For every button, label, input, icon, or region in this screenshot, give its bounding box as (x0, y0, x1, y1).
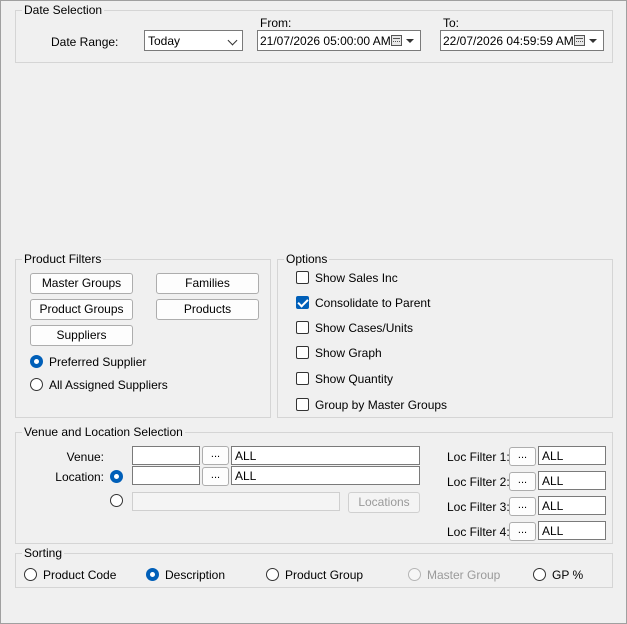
show-sales-inc-label[interactable]: Show Sales Inc (315, 271, 398, 285)
location-code-input[interactable] (132, 466, 200, 485)
loc-filter-1-browse-button[interactable]: ... (509, 447, 536, 466)
loc-filter-3-label: Loc Filter 3: (447, 500, 510, 514)
from-label: From: (260, 16, 292, 30)
location-label: Location: (55, 470, 104, 484)
sort-gp-percent-label[interactable]: GP % (552, 568, 583, 582)
venue-value-field[interactable]: ALL (231, 446, 420, 465)
show-quantity-label[interactable]: Show Quantity (315, 372, 393, 386)
sort-product-group-radio[interactable] (266, 568, 279, 581)
families-button[interactable]: Families (156, 273, 259, 294)
show-sales-inc-checkbox[interactable] (296, 271, 309, 284)
master-groups-button[interactable]: Master Groups (30, 273, 133, 294)
sort-gp-percent-radio[interactable] (533, 568, 546, 581)
product-groups-button[interactable]: Product Groups (30, 299, 133, 320)
to-date-picker[interactable]: 22/07/2026 04:59:59 AM (440, 30, 604, 51)
chevron-down-icon (227, 35, 238, 46)
venue-code-input[interactable] (132, 446, 200, 465)
group-by-master-groups-label[interactable]: Group by Master Groups (315, 398, 447, 412)
preferred-supplier-label[interactable]: Preferred Supplier (49, 355, 146, 369)
venue-browse-button[interactable]: ... (202, 446, 229, 465)
locations-button: Locations (348, 492, 420, 513)
show-cases-units-label[interactable]: Show Cases/Units (315, 321, 413, 335)
consolidate-to-parent-label[interactable]: Consolidate to Parent (315, 296, 430, 310)
locations-list-field (132, 492, 340, 511)
loc-filter-2-browse-button[interactable]: ... (509, 472, 536, 491)
loc-filter-4-label: Loc Filter 4: (447, 525, 510, 539)
sort-product-code-label[interactable]: Product Code (43, 568, 116, 582)
consolidate-to-parent-checkbox[interactable] (296, 296, 309, 309)
all-assigned-suppliers-radio[interactable] (30, 378, 43, 391)
show-quantity-checkbox[interactable] (296, 372, 309, 385)
date-selection-legend: Date Selection (22, 3, 105, 17)
venue-label: Venue: (66, 450, 104, 464)
sort-description-radio[interactable] (146, 568, 159, 581)
show-graph-checkbox[interactable] (296, 346, 309, 359)
loc-filter-4-browse-button[interactable]: ... (509, 522, 536, 541)
product-filters-legend: Product Filters (22, 252, 104, 266)
group-by-master-groups-checkbox[interactable] (296, 398, 309, 411)
sort-product-code-radio[interactable] (24, 568, 37, 581)
loc-filter-2-value[interactable]: ALL (538, 471, 606, 490)
date-range-label: Date Range: (51, 35, 119, 49)
location-browse-button[interactable]: ... (202, 467, 229, 486)
dropdown-arrow-icon[interactable] (589, 39, 597, 43)
from-date-value: 21/07/2026 05:00:00 AM (260, 34, 391, 48)
to-label: To: (443, 16, 460, 30)
options-legend: Options (284, 252, 330, 266)
from-date-picker[interactable]: 21/07/2026 05:00:00 AM (257, 30, 421, 51)
preferred-supplier-radio[interactable] (30, 355, 43, 368)
location-radio[interactable] (110, 470, 123, 483)
location-value-field[interactable]: ALL (231, 466, 420, 485)
show-cases-units-checkbox[interactable] (296, 321, 309, 334)
locations-list-radio[interactable] (110, 494, 123, 507)
dropdown-arrow-icon[interactable] (406, 39, 414, 43)
sort-master-group-radio (408, 568, 421, 581)
sort-master-group-label: Master Group (427, 568, 501, 582)
loc-filter-3-value[interactable]: ALL (538, 496, 606, 515)
suppliers-button[interactable]: Suppliers (30, 325, 133, 346)
loc-filter-3-browse-button[interactable]: ... (509, 497, 536, 516)
calendar-icon[interactable] (574, 35, 585, 46)
loc-filter-1-value[interactable]: ALL (538, 446, 606, 465)
sort-description-label[interactable]: Description (165, 568, 225, 582)
show-graph-label[interactable]: Show Graph (315, 346, 382, 360)
all-assigned-suppliers-label[interactable]: All Assigned Suppliers (49, 378, 168, 392)
loc-filter-1-label: Loc Filter 1: (447, 450, 510, 464)
products-button[interactable]: Products (156, 299, 259, 320)
date-range-select[interactable]: Today (144, 30, 243, 51)
sorting-legend: Sorting (22, 546, 65, 560)
calendar-icon[interactable] (391, 35, 402, 46)
venue-location-legend: Venue and Location Selection (22, 425, 185, 439)
to-date-value: 22/07/2026 04:59:59 AM (443, 34, 574, 48)
sort-product-group-label[interactable]: Product Group (285, 568, 363, 582)
loc-filter-2-label: Loc Filter 2: (447, 475, 510, 489)
date-range-value: Today (148, 34, 181, 48)
loc-filter-4-value[interactable]: ALL (538, 521, 606, 540)
